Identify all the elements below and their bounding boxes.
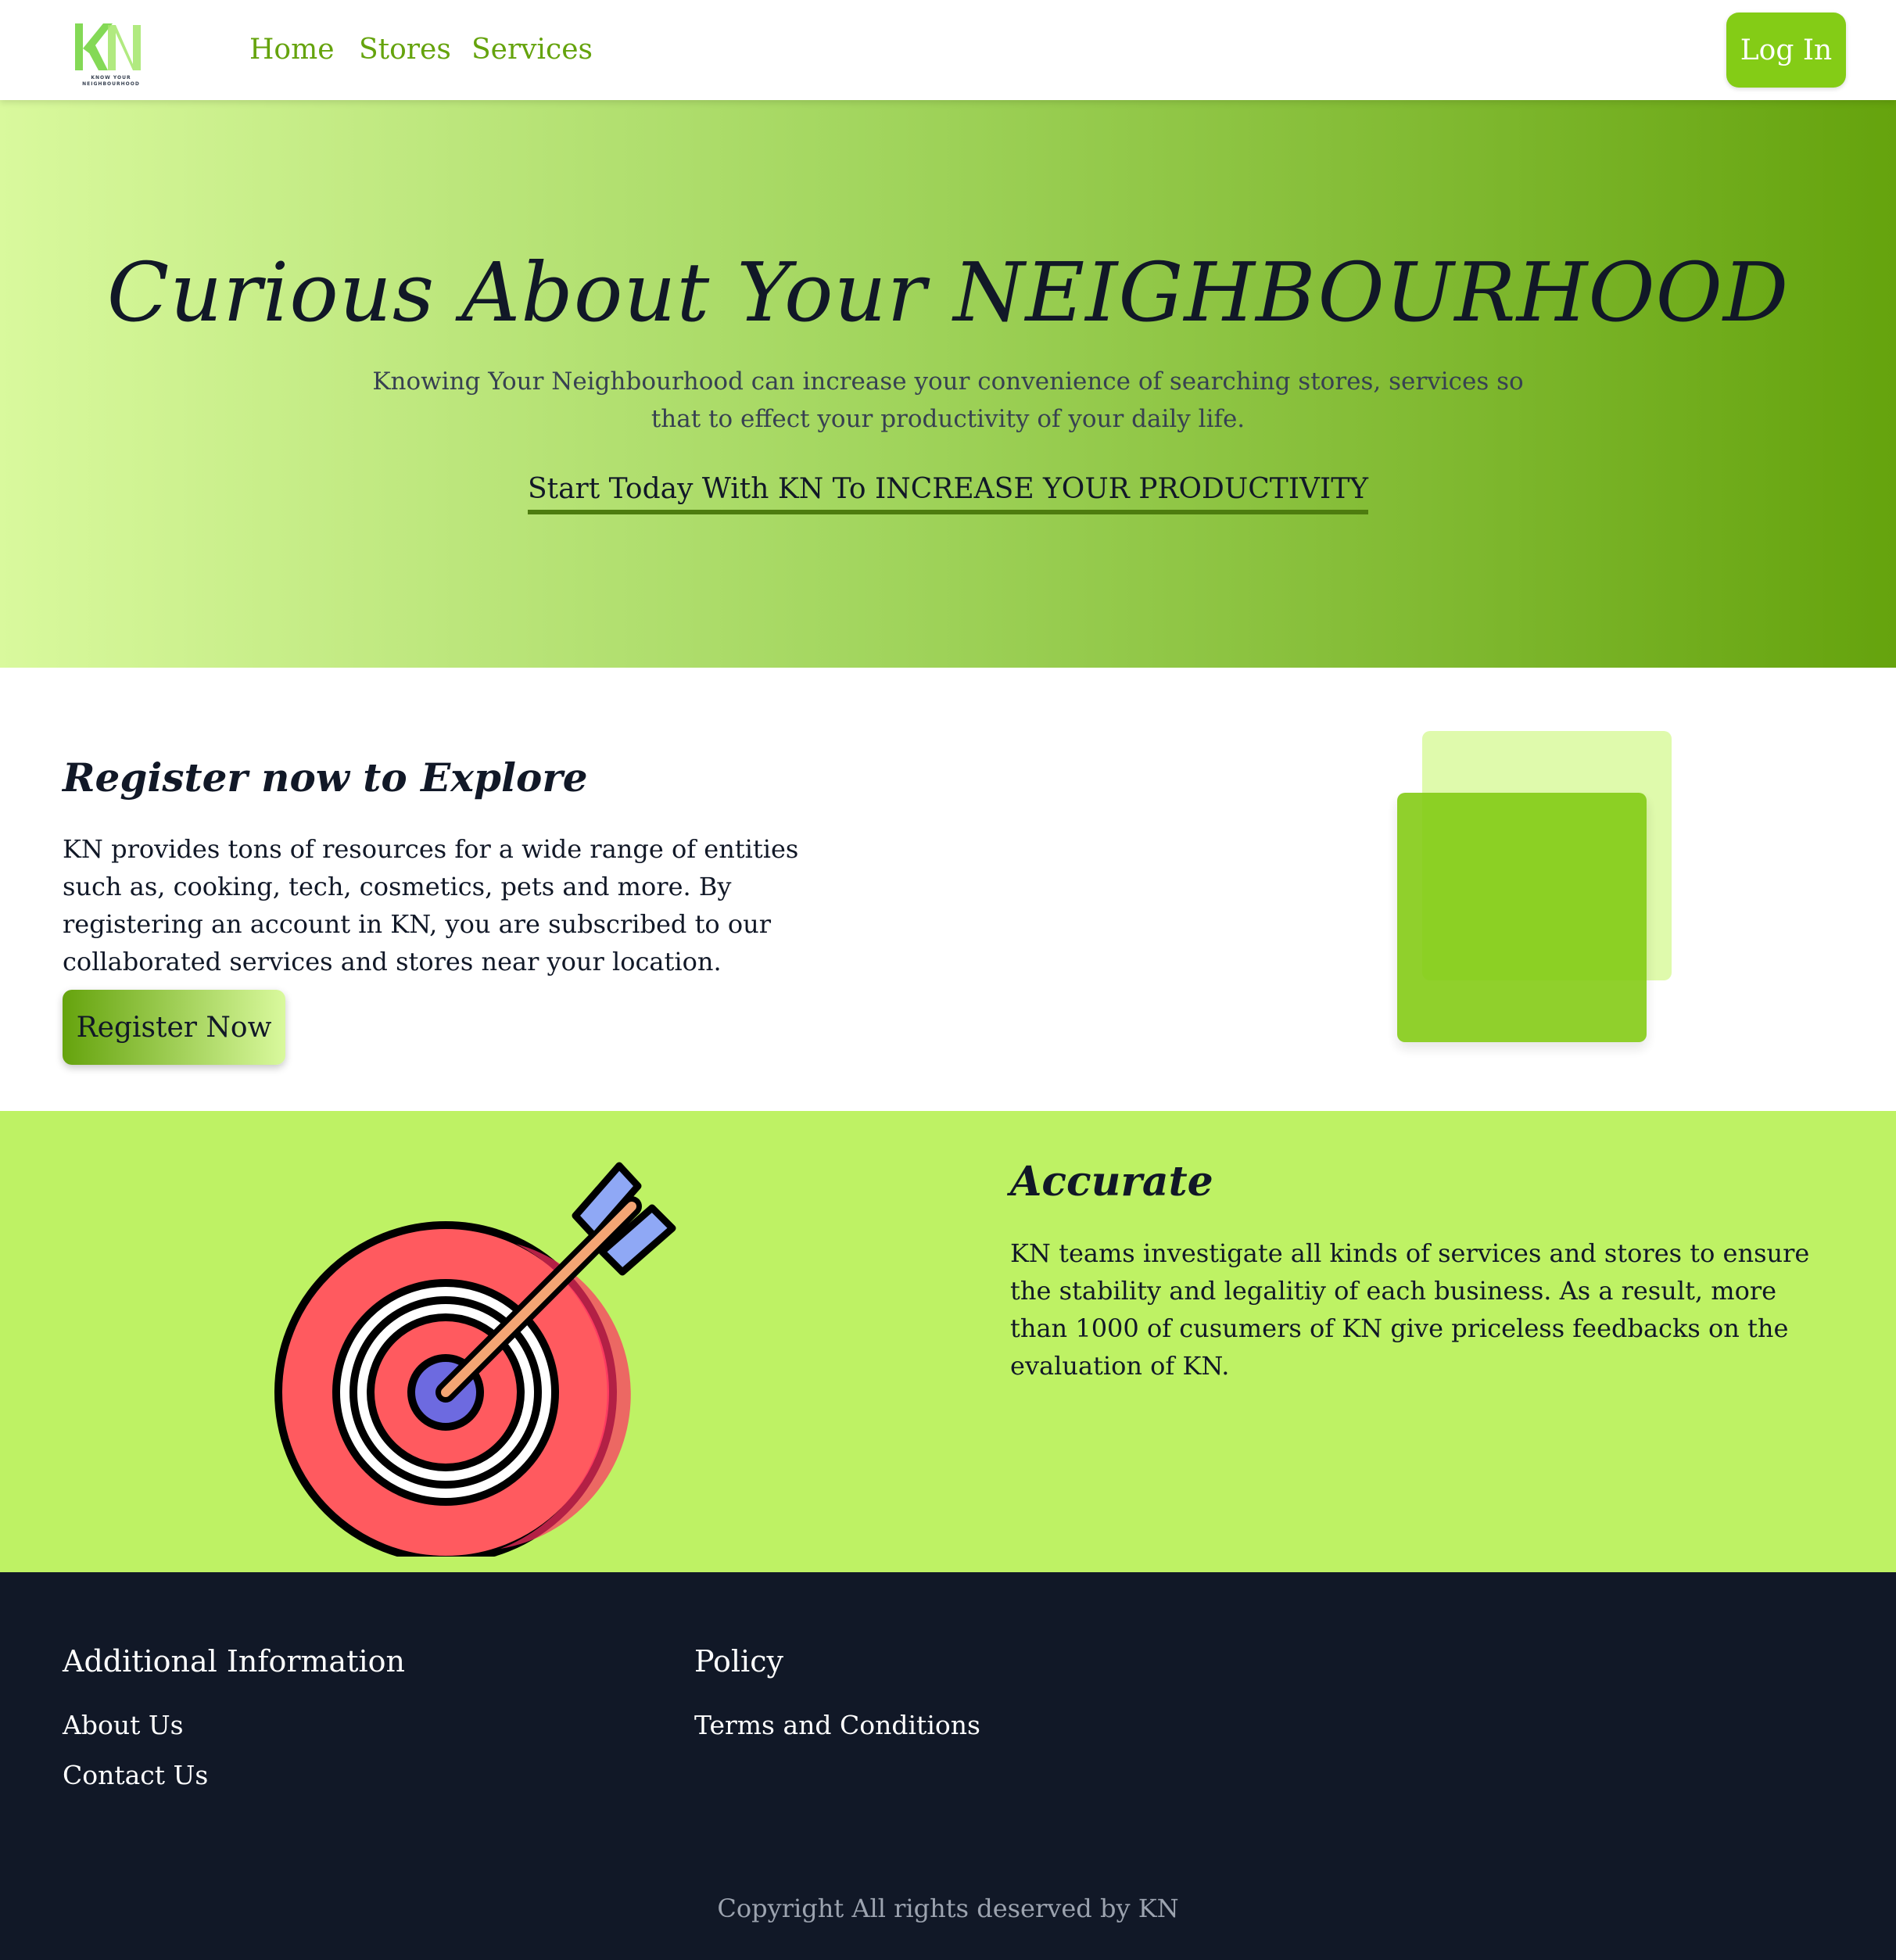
hero-subtitle: Knowing Your Neighbourhood can increase … (372, 367, 1524, 433)
target-arrow-icon (274, 1162, 676, 1557)
register-section: Register now to Explore KN provides tons… (0, 668, 1896, 1111)
kn-logo-icon (75, 23, 141, 70)
hero-title: Curious About Your NEIGHBOURHOOD (106, 245, 1790, 340)
copyright-text: Copyright All rights deserved by KN (717, 1894, 1179, 1923)
footer-link-terms[interactable]: Terms and Conditions (694, 1707, 980, 1744)
nav-link-stores[interactable]: Stores (359, 28, 451, 72)
hero-cta-wrapper: Start Today With KN To INCREASE YOUR PRO… (0, 469, 1896, 514)
decorative-square-front (1397, 793, 1647, 1042)
nav-link-services[interactable]: Services (471, 28, 593, 72)
hero-cta-link[interactable]: Start Today With KN To INCREASE YOUR PRO… (527, 469, 1369, 514)
top-navbar: KNOW YOUR NEIGHBOURHOOD Home Stores Serv… (0, 0, 1896, 100)
accurate-section: Accurate KN teams investigate all kinds … (0, 1111, 1896, 1572)
footer: Additional Information About Us Contact … (0, 1572, 1896, 1960)
register-now-button[interactable]: Register Now (63, 990, 285, 1065)
logo-tagline: KNOW YOUR NEIGHBOURHOOD (82, 75, 140, 87)
kn-logo[interactable]: KNOW YOUR NEIGHBOURHOOD (72, 19, 150, 87)
login-button[interactable]: Log In (1726, 13, 1846, 88)
footer-heading-policy: Policy (694, 1644, 783, 1679)
hero-section: Curious About Your NEIGHBOURHOOD Knowing… (0, 100, 1896, 668)
footer-link-contact-us[interactable]: Contact Us (63, 1757, 208, 1794)
footer-link-about-us[interactable]: About Us (63, 1707, 184, 1744)
register-description: KN provides tons of resources for a wide… (63, 834, 799, 976)
register-title: Register now to Explore (63, 754, 588, 801)
nav-link-home[interactable]: Home (249, 28, 335, 72)
accurate-description: KN teams investigate all kinds of servic… (1010, 1238, 1810, 1381)
footer-heading-additional: Additional Information (63, 1644, 405, 1679)
accurate-title: Accurate (1010, 1158, 1213, 1206)
